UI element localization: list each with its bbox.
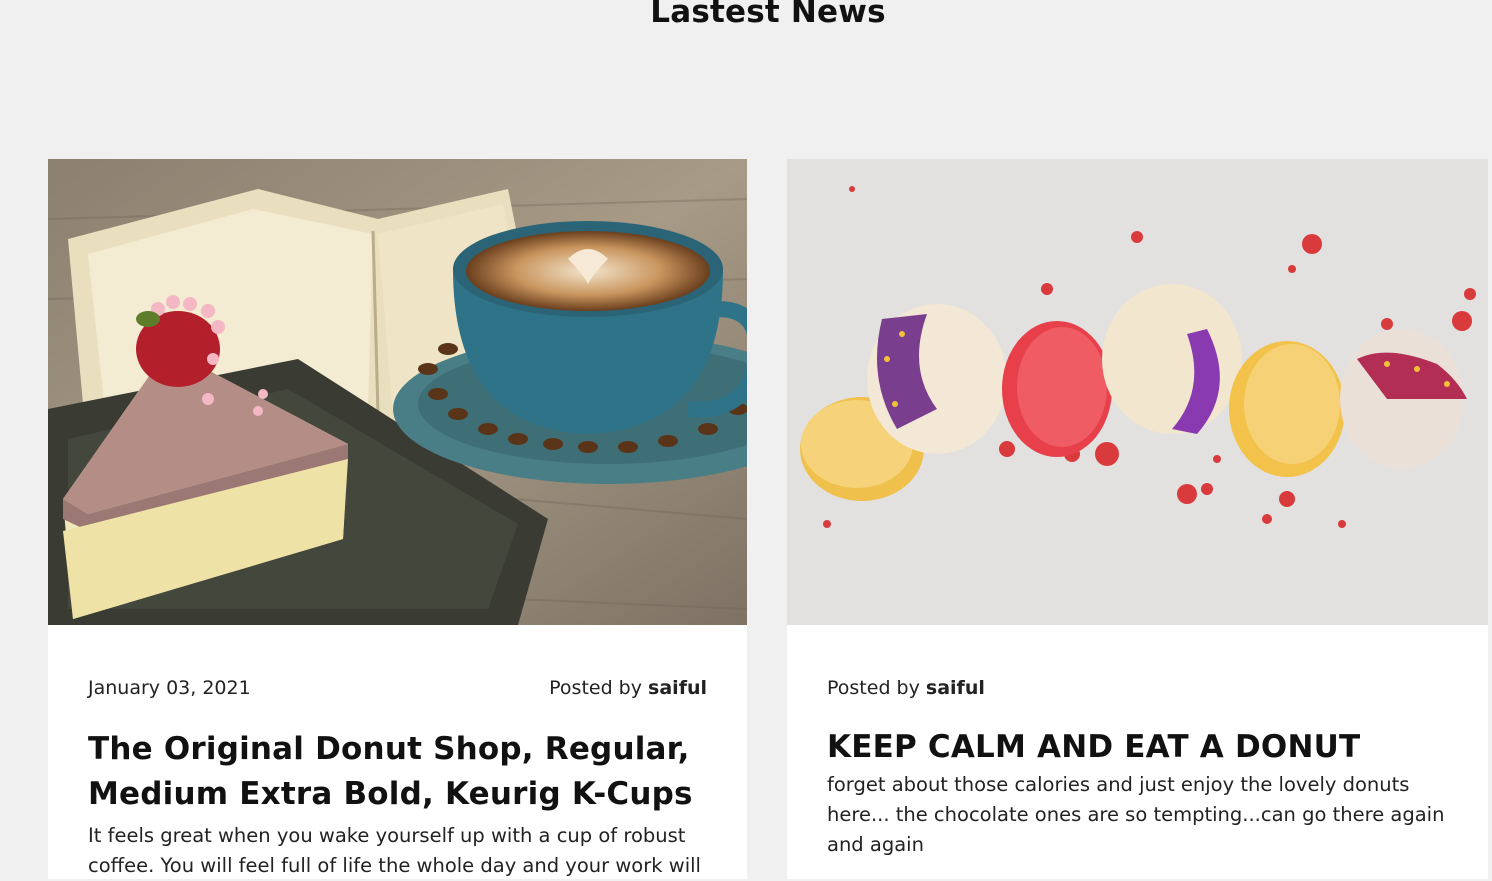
news-card[interactable]: January 03, 2021 Posted by saiful The Or… (48, 159, 747, 879)
post-title-link[interactable]: KEEP CALM AND EAT A DONUT (827, 725, 1448, 770)
post-author[interactable]: saiful (926, 677, 985, 699)
post-author-line: Posted by saiful (827, 677, 985, 699)
post-meta: January 03, 2021 Posted by saiful (88, 675, 707, 701)
macarons-image[interactable] (787, 159, 1488, 625)
post-date: January 03, 2021 (88, 677, 251, 699)
cake-and-coffee-image[interactable] (48, 159, 747, 625)
post-excerpt: It feels great when you wake yourself up… (88, 824, 701, 877)
section-title: Lastest News (650, 0, 886, 30)
card-body: January 03, 2021 Posted by saiful The Or… (48, 625, 747, 881)
card-body: Posted by saiful KEEP CALM AND EAT A DON… (787, 625, 1488, 860)
post-title-link[interactable]: The Original Donut Shop, Regular, Medium… (88, 727, 707, 817)
posted-by-label: Posted by (549, 677, 642, 699)
post-meta: Posted by saiful (827, 675, 1448, 701)
posted-by-label: Posted by (827, 677, 920, 699)
post-excerpt: forget about those calories and just enj… (827, 773, 1445, 856)
post-author[interactable]: saiful (648, 677, 707, 699)
news-card[interactable]: Posted by saiful KEEP CALM AND EAT A DON… (787, 159, 1488, 879)
post-author-line: Posted by saiful (549, 677, 707, 699)
